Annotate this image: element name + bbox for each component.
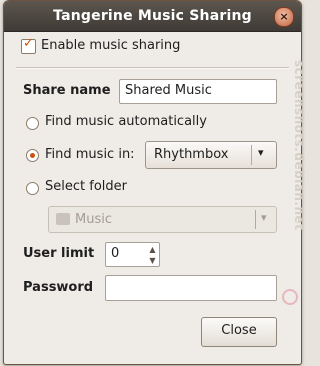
enable-sharing-label[interactable]: Enable music sharing bbox=[41, 38, 180, 53]
chevron-down-icon: ▾ bbox=[261, 211, 267, 224]
dialog-window: Tangerine Music Sharing × ✓ Enable music… bbox=[3, 0, 302, 365]
folder-icon bbox=[56, 213, 70, 225]
chevron-down-icon: ▾ bbox=[258, 146, 264, 159]
share-name-input[interactable]: Shared Music bbox=[119, 79, 277, 104]
combo-divider bbox=[251, 145, 252, 165]
debian-logo-icon bbox=[282, 289, 298, 305]
increment-icon[interactable]: ▲ bbox=[146, 244, 159, 255]
folder-value: Music bbox=[75, 212, 112, 227]
music-source-combo[interactable]: Rhythmbox ▾ bbox=[145, 141, 277, 169]
watermark-text: screenshots.debian.net bbox=[292, 60, 306, 231]
enable-sharing-checkbox[interactable]: ✓ bbox=[21, 36, 36, 54]
password-input[interactable] bbox=[105, 275, 277, 301]
password-label: Password bbox=[23, 280, 94, 295]
share-name-label: Share name bbox=[23, 83, 111, 98]
user-limit-label: User limit bbox=[23, 246, 95, 261]
decrement-icon[interactable]: ▼ bbox=[146, 255, 159, 266]
select-folder-label[interactable]: Select folder bbox=[45, 179, 127, 194]
checkmark-icon: ✓ bbox=[23, 36, 34, 51]
share-name-value: Shared Music bbox=[125, 83, 212, 98]
combo-divider bbox=[255, 210, 256, 229]
music-source-value: Rhythmbox bbox=[154, 147, 229, 162]
folder-chooser-combo[interactable]: Music ▾ bbox=[48, 206, 277, 233]
select-folder-radio[interactable] bbox=[26, 182, 39, 195]
window-title: Tangerine Music Sharing bbox=[53, 8, 252, 24]
separator bbox=[16, 67, 289, 69]
user-limit-value: 0 bbox=[111, 246, 120, 261]
close-button-label: Close bbox=[221, 323, 257, 338]
close-button[interactable]: Close bbox=[201, 317, 277, 347]
find-in-radio[interactable] bbox=[26, 149, 39, 162]
find-auto-radio[interactable] bbox=[26, 117, 39, 130]
find-auto-label[interactable]: Find music automatically bbox=[45, 114, 207, 129]
user-limit-spinbutton[interactable]: 0 ▲ ▼ bbox=[105, 242, 160, 267]
close-window-icon[interactable]: × bbox=[274, 7, 294, 27]
title-bar[interactable]: Tangerine Music Sharing × bbox=[4, 1, 301, 32]
find-in-label[interactable]: Find music in: bbox=[45, 147, 135, 162]
